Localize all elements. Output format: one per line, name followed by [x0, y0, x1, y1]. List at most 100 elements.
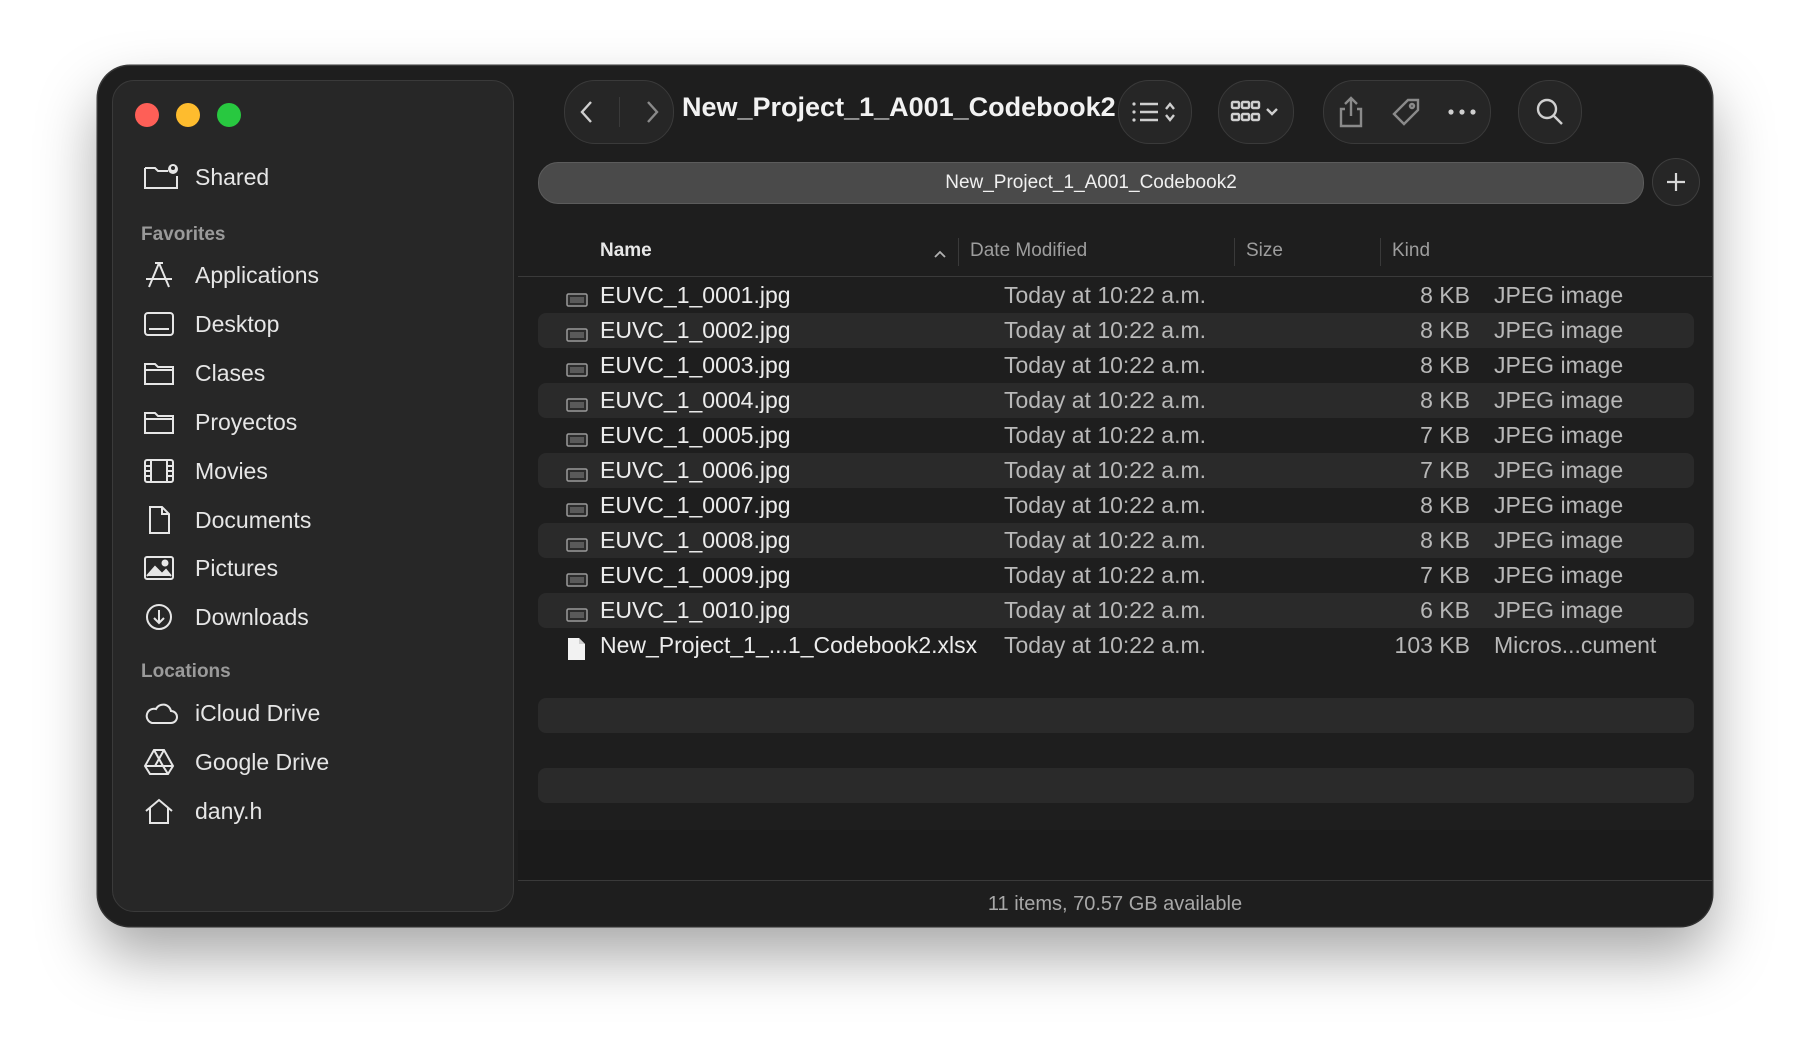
sidebar-item-label: Google Drive [195, 748, 330, 775]
file-kind: JPEG image [1494, 527, 1624, 553]
file-size: 7 KB [1420, 562, 1470, 588]
window-title: New_Project_1_A001_Codebook2 [682, 92, 1116, 122]
sidebar-item-label: Desktop [195, 310, 280, 337]
google-drive-icon [143, 744, 183, 780]
tag-button[interactable] [1390, 96, 1422, 128]
table-row[interactable]: EUVC_1_0010.jpg Today at 10:22 a.m. 6 KB JP… [538, 593, 1694, 628]
zoom-button[interactable] [217, 103, 241, 127]
sidebar-item-label: iCloud Drive [195, 699, 321, 726]
column-header-name[interactable]: Name [600, 240, 652, 262]
folder-icon [143, 355, 183, 391]
file-list: EUVC_1_0001.jpg Today at 10:22 a.m. 8 KB JP… [538, 278, 1694, 663]
sidebar-item-downloads[interactable]: Downloads [143, 597, 309, 637]
back-button[interactable] [576, 97, 598, 127]
grid-icon [1230, 100, 1278, 122]
sidebar-item-label: Proyectos [195, 408, 298, 435]
file-date: Today at 10:22 a.m. [1004, 317, 1207, 343]
sidebar: Shared Favorites Applications Desktop Cl… [112, 80, 514, 912]
sort-ascending-icon [934, 250, 946, 258]
view-options-button[interactable] [1118, 80, 1192, 144]
sidebar-item-shared[interactable]: Shared [143, 157, 269, 197]
sidebar-item-pictures[interactable]: Pictures [143, 548, 278, 588]
sidebar-item-desktop[interactable]: Desktop [143, 304, 279, 344]
file-kind: JPEG image [1494, 597, 1624, 623]
table-row[interactable]: EUVC_1_0003.jpg Today at 10:22 a.m. 8 KB JP… [538, 348, 1694, 383]
table-row[interactable]: EUVC_1_0009.jpg Today at 10:22 a.m. 7 KB JP… [538, 558, 1694, 593]
image-file-icon [566, 392, 588, 419]
new-tab-button[interactable] [1652, 158, 1700, 206]
column-header-date[interactable]: Date Modified [970, 240, 1087, 262]
sidebar-item-proyectos[interactable]: Proyectos [143, 402, 297, 442]
file-name: EUVC_1_0003.jpg [600, 352, 791, 378]
file-date: Today at 10:22 a.m. [1004, 352, 1207, 378]
group-by-button[interactable] [1218, 80, 1294, 144]
empty-row [538, 698, 1694, 733]
file-size: 6 KB [1420, 597, 1470, 623]
image-file-icon [566, 287, 588, 314]
file-size: 7 KB [1420, 422, 1470, 448]
list-view-icon [1132, 102, 1175, 122]
file-name: EUVC_1_0001.jpg [600, 282, 791, 308]
file-name: EUVC_1_0002.jpg [600, 317, 791, 343]
image-file-icon [566, 357, 588, 384]
file-date: Today at 10:22 a.m. [1004, 457, 1207, 483]
sidebar-item-icloud-drive[interactable]: iCloud Drive [143, 693, 320, 733]
file-size: 8 KB [1420, 352, 1470, 378]
photo-icon [143, 550, 183, 586]
window-controls [135, 103, 241, 127]
table-row[interactable]: New_Project_1_...1_Codebook2.xlsx Today a… [538, 628, 1694, 663]
status-bar: 11 items, 70.57 GB available [518, 880, 1712, 926]
column-divider[interactable] [958, 238, 959, 266]
sidebar-item-label: Shared [195, 163, 270, 190]
table-row[interactable]: EUVC_1_0002.jpg Today at 10:22 a.m. 8 KB JP… [538, 313, 1694, 348]
file-date: Today at 10:22 a.m. [1004, 422, 1207, 448]
table-row[interactable]: EUVC_1_0006.jpg Today at 10:22 a.m. 7 KB JP… [538, 453, 1694, 488]
file-date: Today at 10:22 a.m. [1004, 282, 1207, 308]
download-icon [143, 599, 183, 635]
sidebar-item-google-drive[interactable]: Google Drive [143, 742, 329, 782]
column-divider[interactable] [1234, 238, 1235, 266]
sidebar-item-documents[interactable]: Documents [143, 500, 311, 540]
file-kind: Micros...cument [1494, 632, 1657, 658]
actions-group [1323, 80, 1491, 144]
favorites-heading: Favorites [141, 224, 226, 245]
sidebar-item-home[interactable]: dany.h [143, 791, 262, 831]
file-name: New_Project_1_...1_Codebook2.xlsx [600, 632, 978, 658]
share-icon [1339, 96, 1362, 128]
table-row[interactable]: EUVC_1_0001.jpg Today at 10:22 a.m. 8 KB JP… [538, 278, 1694, 313]
locations-heading: Locations [141, 661, 231, 682]
folder-icon [143, 404, 183, 440]
forward-button[interactable] [641, 97, 663, 127]
image-file-icon [566, 532, 588, 559]
table-row[interactable]: EUVC_1_0004.jpg Today at 10:22 a.m. 8 KB JP… [538, 383, 1694, 418]
sidebar-item-applications[interactable]: Applications [143, 255, 319, 295]
sidebar-item-label: dany.h [195, 797, 263, 824]
cloud-icon [143, 695, 183, 731]
sidebar-item-label: Movies [195, 457, 268, 484]
tab-current-folder[interactable]: New_Project_1_A001_Codebook2 [538, 162, 1644, 204]
file-name: EUVC_1_0004.jpg [600, 387, 791, 413]
sidebar-item-label: Applications [195, 261, 320, 288]
file-size: 8 KB [1420, 527, 1470, 553]
sidebar-item-clases[interactable]: Clases [143, 353, 265, 393]
search-button[interactable] [1518, 80, 1582, 144]
sidebar-item-movies[interactable]: Movies [143, 451, 268, 491]
file-kind: JPEG image [1494, 317, 1624, 343]
image-file-icon [566, 497, 588, 524]
file-size: 8 KB [1420, 387, 1470, 413]
column-header-size[interactable]: Size [1246, 240, 1283, 262]
file-kind: JPEG image [1494, 352, 1624, 378]
more-button[interactable] [1447, 107, 1477, 117]
table-row[interactable]: EUVC_1_0008.jpg Today at 10:22 a.m. 8 KB JP… [538, 523, 1694, 558]
minimize-button[interactable] [176, 103, 200, 127]
search-icon [1536, 98, 1563, 125]
table-row[interactable]: EUVC_1_0007.jpg Today at 10:22 a.m. 8 KB JP… [538, 488, 1694, 523]
close-button[interactable] [135, 103, 159, 127]
share-button[interactable] [1337, 95, 1365, 129]
image-file-icon [566, 602, 588, 629]
film-icon [143, 453, 183, 489]
column-header-kind[interactable]: Kind [1392, 240, 1430, 262]
file-date: Today at 10:22 a.m. [1004, 492, 1207, 518]
table-row[interactable]: EUVC_1_0005.jpg Today at 10:22 a.m. 7 KB JP… [538, 418, 1694, 453]
column-divider[interactable] [1380, 238, 1381, 266]
